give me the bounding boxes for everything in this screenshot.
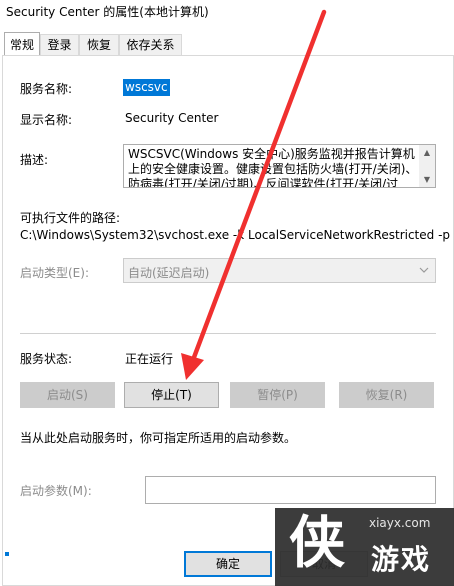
service-name-label: 服务名称: — [20, 82, 73, 96]
display-name-value[interactable]: Security Center — [125, 111, 218, 125]
startup-type-label: 启动类型(E): — [20, 266, 89, 280]
start-params-input[interactable] — [145, 476, 436, 504]
tab-strip: 常规 登录 恢复 依存关系 — [0, 32, 454, 56]
stop-button[interactable]: 停止(T) — [124, 382, 219, 408]
service-name-value[interactable]: wscsvc — [123, 79, 170, 96]
resume-button[interactable]: 恢复(R) — [339, 382, 434, 408]
startup-type-select[interactable]: 自动(延迟启动) — [123, 258, 436, 283]
start-button[interactable]: 启动(S) — [20, 382, 115, 408]
exe-path-label: 可执行文件的路径: — [20, 211, 121, 225]
scroll-down-icon[interactable]: ▼ — [419, 173, 435, 187]
ok-button[interactable]: 确定 — [184, 551, 272, 577]
start-hint-text: 当从此处启动服务时，你可指定所适用的启动参数。 — [20, 431, 297, 445]
exe-path-value[interactable]: C:\Windows\System32\svchost.exe -k Local… — [20, 228, 452, 242]
description-box[interactable]: WSCSVC(Windows 安全中心)服务监视并报告计算机上的安全健康设置。健… — [123, 144, 436, 188]
pause-button[interactable]: 暂停(P) — [230, 382, 325, 408]
description-label: 描述: — [20, 153, 49, 167]
watermark-text: 游戏 — [371, 543, 432, 576]
watermark-url: xiayx.com — [369, 516, 431, 530]
service-status-value: 正在运行 — [125, 352, 174, 366]
description-text: WSCSVC(Windows 安全中心)服务监视并报告计算机上的安全健康设置。健… — [128, 147, 418, 188]
general-panel — [2, 55, 454, 586]
chevron-down-icon — [419, 267, 429, 273]
description-scrollbar[interactable]: ▲ ▼ — [419, 145, 435, 187]
service-status-label: 服务状态: — [20, 352, 73, 366]
start-params-label: 启动参数(M): — [20, 484, 92, 498]
display-name-label: 显示名称: — [20, 113, 73, 127]
title-bar: Security Center 的属性(本地计算机) — [0, 0, 454, 22]
window-title: Security Center 的属性(本地计算机) — [6, 5, 209, 19]
tab-dependencies[interactable]: 依存关系 — [119, 34, 182, 55]
startup-type-value: 自动(延迟启动) — [128, 266, 210, 280]
site-watermark: 侠 xiayx.com 游戏 — [275, 508, 454, 586]
focus-marker — [5, 552, 9, 556]
tab-logon[interactable]: 登录 — [40, 34, 79, 55]
section-divider — [20, 333, 436, 334]
tab-general[interactable]: 常规 — [4, 32, 40, 55]
tab-recovery[interactable]: 恢复 — [79, 34, 119, 55]
scroll-up-icon[interactable]: ▲ — [419, 146, 435, 160]
watermark-logo: 侠 — [289, 511, 345, 576]
